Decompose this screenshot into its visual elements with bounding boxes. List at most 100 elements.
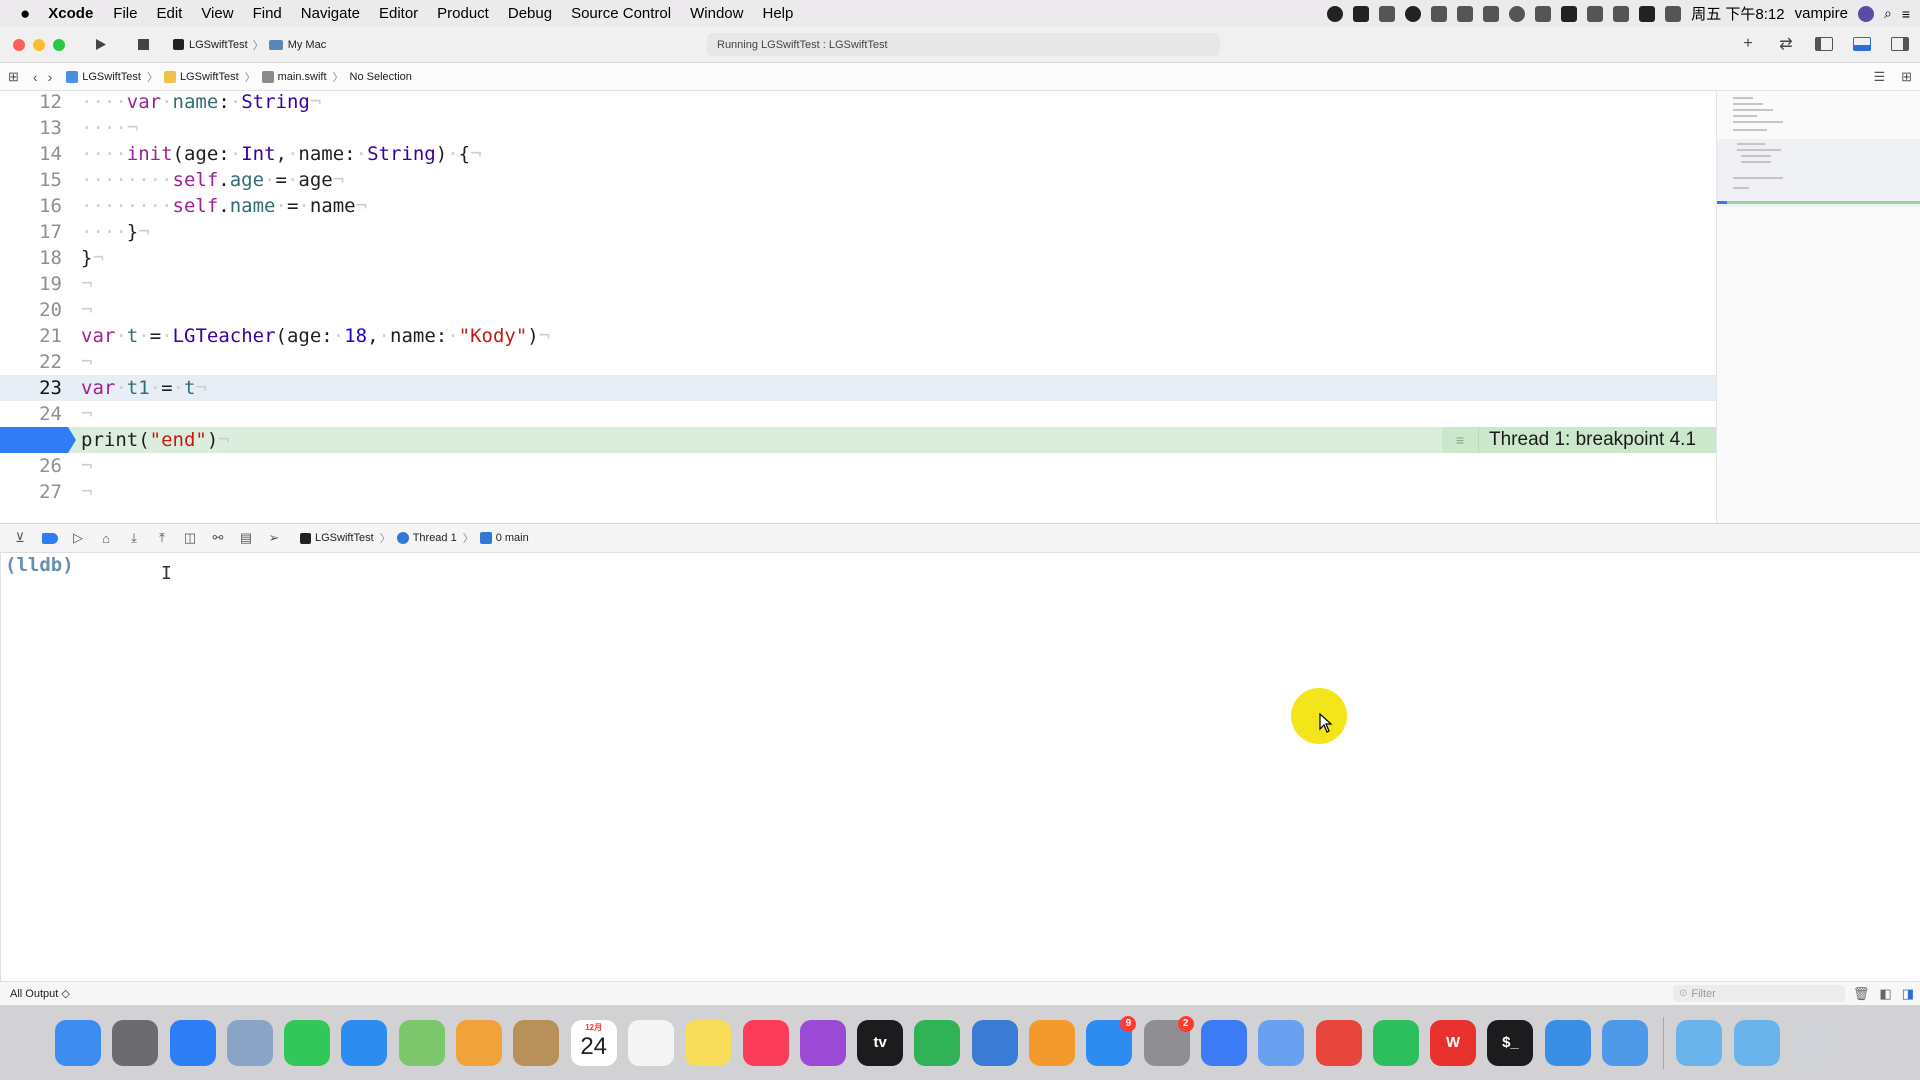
calendar-icon[interactable]: 12月 24	[570, 1019, 617, 1066]
preview-icon[interactable]	[226, 1019, 273, 1066]
status-display-icon[interactable]	[1587, 5, 1604, 22]
safari-icon[interactable]	[169, 1019, 216, 1066]
menu-source-control[interactable]: Source Control	[571, 5, 671, 22]
reminders-icon[interactable]	[627, 1019, 674, 1066]
user-avatar-icon[interactable]	[1857, 5, 1874, 22]
step-out-icon[interactable]: ⤒	[154, 530, 170, 545]
spotlight-search-icon[interactable]: ⌕	[1884, 5, 1892, 22]
toggle-debug-area-button[interactable]	[1848, 33, 1876, 55]
toggle-inspector-button[interactable]	[1886, 33, 1914, 55]
console-filter-input[interactable]: Filter	[1673, 985, 1845, 1002]
menu-navigate[interactable]: Navigate	[301, 5, 360, 22]
debug-thread[interactable]: Thread 1	[413, 532, 457, 544]
status-plane-icon[interactable]	[1431, 5, 1448, 22]
menu-help[interactable]: Help	[762, 5, 793, 22]
debug-frame[interactable]: 0 main	[496, 532, 529, 544]
chrome-icon[interactable]	[1315, 1019, 1362, 1066]
forward-button[interactable]: ›	[48, 69, 53, 85]
scheme-selector[interactable]: LGSwiftTest 〉 My Mac	[173, 37, 326, 53]
system-preferences-icon[interactable]: 2	[1143, 1015, 1194, 1066]
minimap[interactable]	[1716, 91, 1920, 523]
continue-icon[interactable]: ▷	[70, 530, 86, 545]
trash-icon[interactable]	[1790, 1019, 1837, 1066]
numbers-icon[interactable]	[914, 1019, 961, 1066]
code-review-button[interactable]: ⇄	[1772, 33, 1800, 55]
memory-graph-icon[interactable]: ⚯	[210, 530, 226, 545]
status-airdrop-icon[interactable]	[1535, 5, 1552, 22]
evernote-icon[interactable]	[1372, 1019, 1419, 1066]
breakpoint-annotation[interactable]: ≡ Thread 1: breakpoint 4.1	[1442, 427, 1716, 453]
minimize-window-button[interactable]	[33, 38, 45, 51]
breadcrumb-group[interactable]: LGSwiftTest	[180, 71, 239, 83]
status-wps-icon[interactable]	[1353, 5, 1370, 22]
finder-icon[interactable]	[55, 1019, 101, 1066]
debug-view-hierarchy-icon[interactable]: ◫	[182, 530, 198, 545]
hide-debug-area-icon[interactable]: ⊻	[12, 530, 28, 545]
terminal-icon[interactable]: $_	[1487, 1019, 1534, 1066]
contacts-icon[interactable]	[513, 1019, 560, 1066]
music-icon[interactable]	[742, 1019, 789, 1066]
status-du-icon[interactable]	[1639, 5, 1656, 22]
control-center-icon[interactable]: ≡	[1902, 6, 1910, 22]
applications-folder-icon[interactable]	[1733, 1019, 1780, 1066]
messages-icon[interactable]	[341, 1019, 388, 1066]
feishu-icon[interactable]	[1200, 1019, 1247, 1066]
add-editor-icon[interactable]: ⊞	[1901, 69, 1912, 85]
paper-plane-icon[interactable]	[1258, 1019, 1305, 1066]
maps-icon[interactable]	[398, 1019, 445, 1066]
status-info-icon[interactable]	[1561, 5, 1578, 22]
zoom-window-button[interactable]	[53, 38, 65, 51]
step-over-icon[interactable]: ⌂	[98, 531, 114, 546]
menu-clock[interactable]: 周五 下午8:12	[1691, 3, 1784, 24]
status-circle-icon[interactable]	[1509, 5, 1526, 22]
run-button[interactable]	[87, 34, 115, 56]
status-v-icon[interactable]	[1457, 5, 1474, 22]
app-store-icon[interactable]: 9	[1086, 1015, 1137, 1066]
editor-options-icon[interactable]: ☰	[1873, 69, 1885, 85]
back-button[interactable]: ‹	[33, 69, 38, 85]
toggle-navigator-button[interactable]	[1810, 33, 1838, 55]
menu-editor[interactable]: Editor	[379, 5, 418, 22]
menu-edit[interactable]: Edit	[156, 5, 182, 22]
pages-icon[interactable]	[1029, 1019, 1076, 1066]
breakpoint-marker[interactable]: 25	[0, 427, 76, 477]
menu-view[interactable]: View	[201, 5, 233, 22]
apple-menu-icon[interactable]: ●	[20, 4, 30, 24]
debug-process[interactable]: LGSwiftTest	[315, 532, 374, 544]
instruments-icon[interactable]	[1602, 1019, 1649, 1066]
library-button[interactable]: +	[1734, 33, 1762, 55]
breadcrumb-project[interactable]: LGSwiftTest	[82, 71, 141, 83]
bluetooth-icon[interactable]	[1613, 5, 1630, 22]
step-into-icon[interactable]: ⤓	[126, 530, 142, 545]
breakpoints-active-icon[interactable]	[42, 532, 58, 544]
clear-console-trash-icon[interactable]: 🗑	[1853, 986, 1870, 1002]
podcasts-icon[interactable]	[799, 1019, 846, 1066]
facetime-icon[interactable]	[284, 1019, 331, 1066]
breadcrumb-symbol[interactable]: No Selection	[350, 71, 412, 83]
notes-icon[interactable]	[685, 1019, 732, 1066]
simulate-location-icon[interactable]: ➢	[266, 530, 282, 545]
debug-console[interactable]: (lldb) I	[0, 553, 1920, 981]
close-window-button[interactable]	[13, 38, 25, 51]
user-name[interactable]: vampire	[1795, 5, 1848, 22]
menu-window[interactable]: Window	[690, 5, 743, 22]
wifi-icon[interactable]	[1665, 5, 1682, 22]
breadcrumb-file[interactable]: main.swift	[278, 71, 327, 83]
xcode-icon[interactable]	[1544, 1019, 1591, 1066]
related-items-grid-icon[interactable]: ⊞	[8, 69, 19, 85]
photos-icon[interactable]	[456, 1019, 503, 1066]
variables-view-toggle-icon[interactable]: ◧	[1879, 986, 1891, 1002]
status-tool-icon[interactable]	[1483, 5, 1500, 22]
stop-button[interactable]	[129, 34, 157, 56]
downloads-folder-icon[interactable]	[1676, 1019, 1723, 1066]
keynote-icon[interactable]	[971, 1019, 1018, 1066]
status-record-icon[interactable]	[1405, 5, 1422, 22]
menu-product[interactable]: Product	[437, 5, 489, 22]
launchpad-icon[interactable]	[112, 1019, 159, 1066]
status-app-icon[interactable]	[1327, 5, 1344, 22]
status-pen-icon[interactable]	[1379, 5, 1396, 22]
console-view-toggle-icon[interactable]: ◨	[1902, 986, 1914, 1002]
menu-find[interactable]: Find	[253, 5, 282, 22]
source-editor[interactable]: 12 ····var·name:·String¬ 13 ····¬ 14 ···…	[0, 91, 1716, 523]
environment-overrides-icon[interactable]: ▤	[238, 530, 254, 545]
